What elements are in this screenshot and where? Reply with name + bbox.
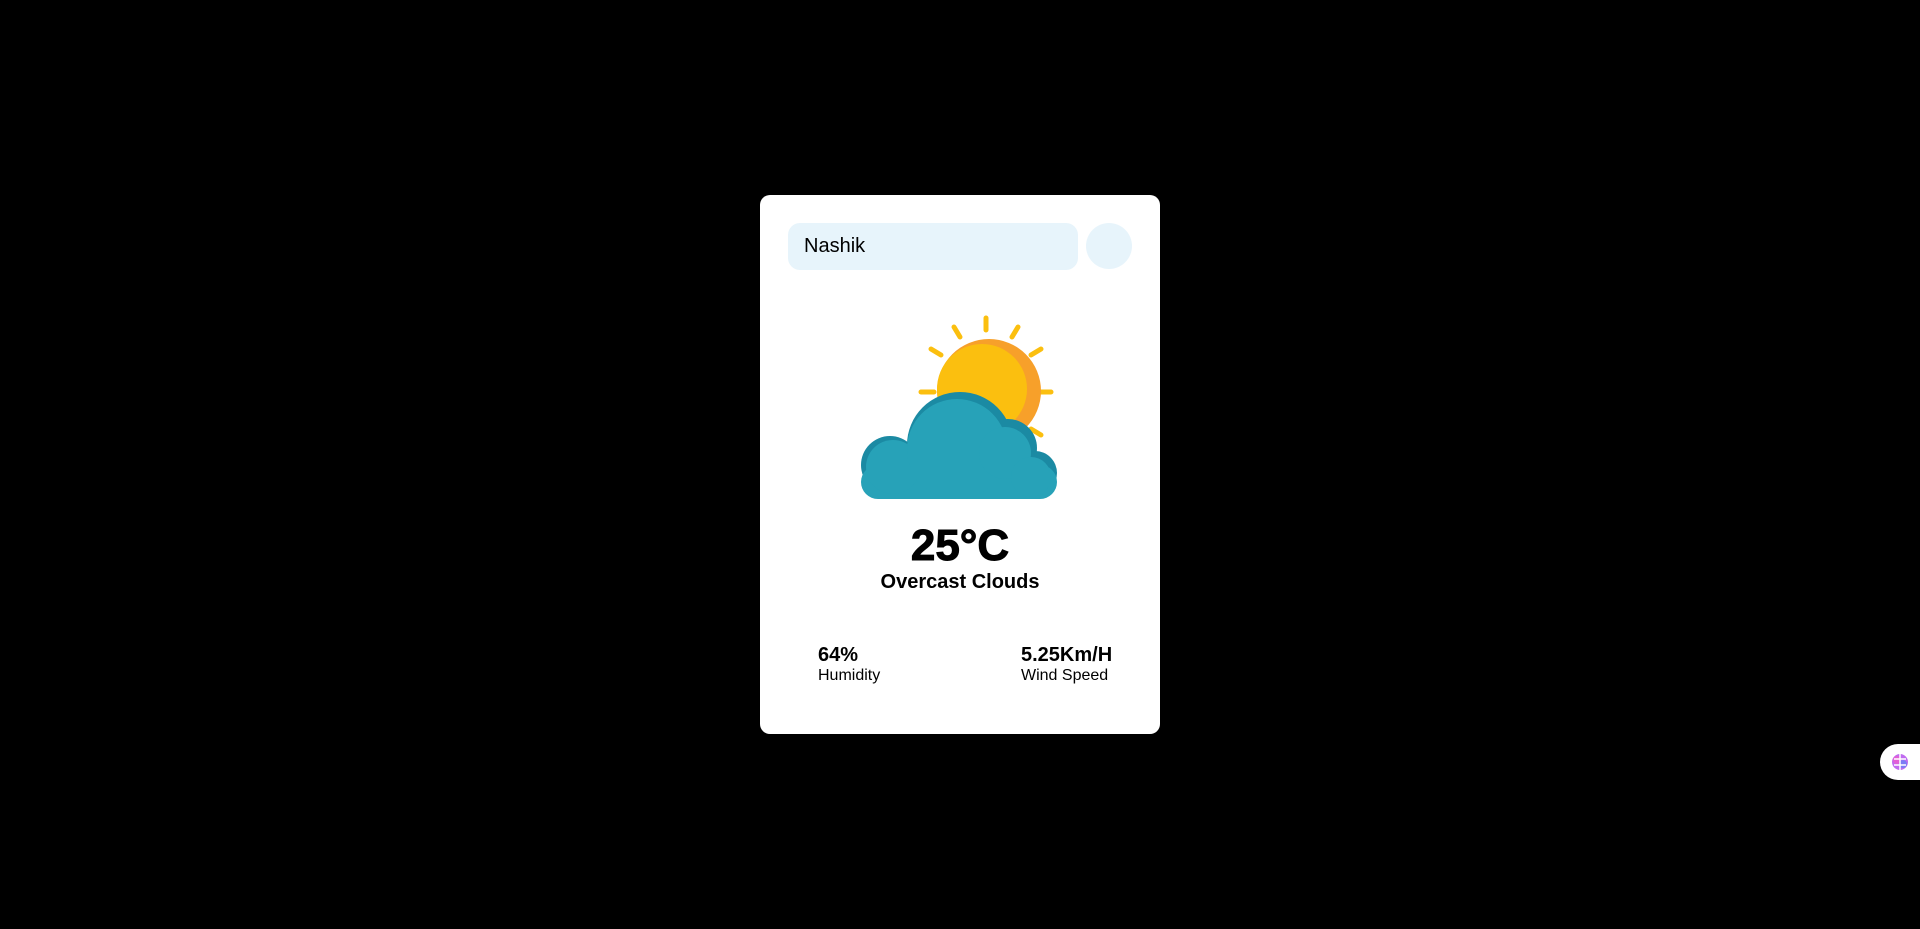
search-button[interactable] (1086, 223, 1132, 269)
extension-widget-button[interactable] (1880, 744, 1920, 780)
sun-behind-cloud-icon (855, 315, 1065, 500)
temperature: 25°C (910, 521, 1010, 571)
wind-stat: 5.25Km/H Wind Speed (1021, 644, 1112, 686)
humidity-label: Humidity (818, 667, 881, 684)
weather-description: Overcast Clouds (880, 571, 1040, 593)
city-search-input[interactable] (788, 223, 1078, 270)
wind-speed-value: 5.25Km/H (1021, 644, 1113, 666)
search-bar (788, 223, 1132, 270)
humidity-stat: 64% Humidity (818, 644, 880, 686)
humidity-value: 64% (818, 644, 859, 666)
brain-icon (1892, 754, 1908, 770)
weather-card: 25°C Overcast Clouds 64% Humidity 5.25Km… (760, 195, 1160, 734)
wind-speed-label: Wind Speed (1021, 667, 1109, 684)
